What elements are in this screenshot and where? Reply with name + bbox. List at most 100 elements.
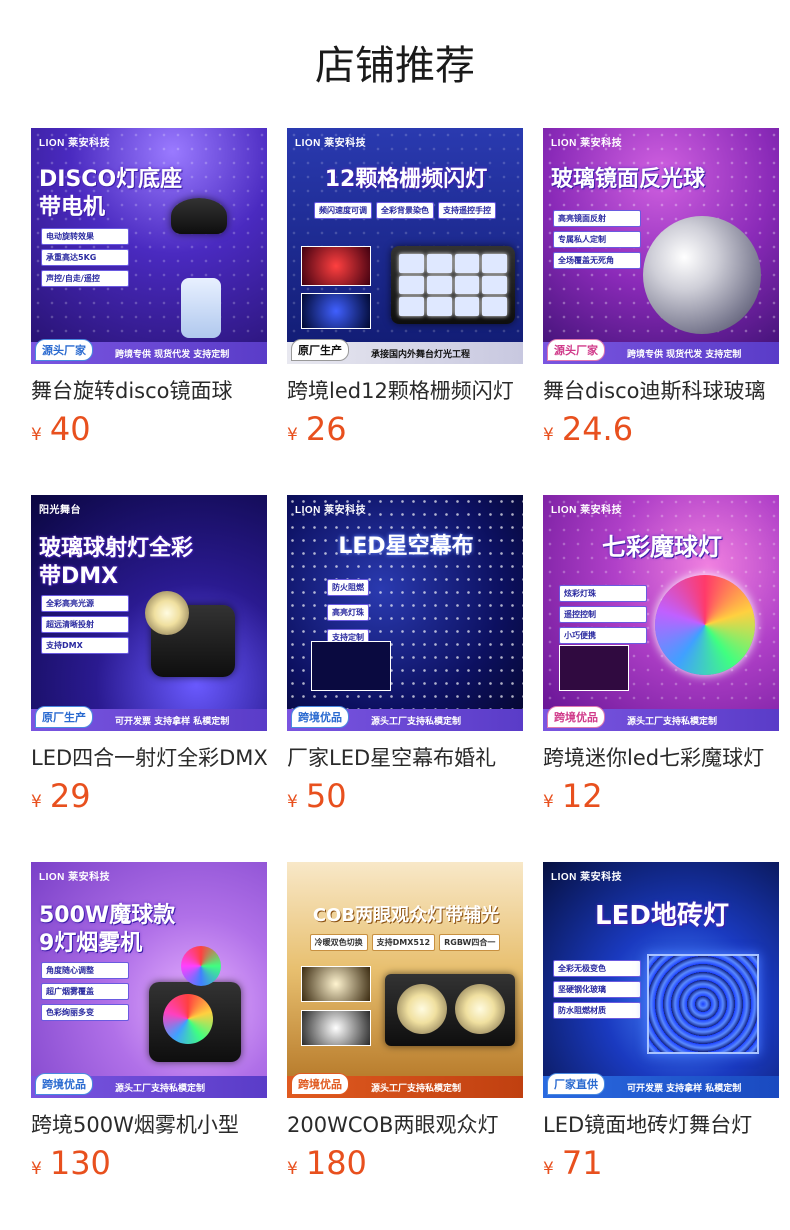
source-badge: 原厂生产 bbox=[35, 706, 93, 728]
audience-blinder-visual bbox=[385, 974, 515, 1046]
magic-ball-visual bbox=[181, 946, 221, 986]
product-image[interactable]: LION 莱安科技 七彩魔球灯 炫彩灯珠 遥控控制 小巧便携 源头工厂支持私模定… bbox=[543, 495, 779, 731]
price-row: ¥ 29 bbox=[31, 777, 267, 815]
image-headline: 12颗格栅频闪灯 bbox=[324, 167, 488, 192]
fog-machine-visual bbox=[149, 982, 241, 1062]
feature-tag: 全彩背景染色 bbox=[376, 202, 434, 219]
feature-tag: 全彩高亮光源 bbox=[41, 595, 129, 612]
product-name[interactable]: 舞台disco迪斯科球玻璃 bbox=[543, 376, 779, 406]
starry-preview-visual bbox=[311, 641, 391, 691]
feature-tag: 频闪速度可调 bbox=[314, 202, 372, 219]
source-badge: 跨境优品 bbox=[291, 706, 349, 728]
strobe-light-visual bbox=[391, 246, 515, 324]
red-effect-visual bbox=[301, 246, 371, 286]
product-image[interactable]: LION 莱安科技 LED地砖灯 全彩无极变色 坚硬钢化玻璃 防水阻燃材质 可开… bbox=[543, 862, 779, 1098]
brand-logo: LION 莱安科技 bbox=[295, 505, 367, 516]
source-badge: 原厂生产 bbox=[291, 339, 349, 361]
source-badge: 厂家直供 bbox=[547, 1073, 605, 1095]
source-badge: 跨境优品 bbox=[35, 1073, 93, 1095]
product-card[interactable]: LION 莱安科技 DISCO灯底座 带电机 电动旋转效果 承重高达5KG 声控… bbox=[31, 128, 267, 448]
warm-light-preview bbox=[301, 966, 371, 1002]
feature-tag: 支持DMX512 bbox=[371, 934, 436, 951]
currency-symbol: ¥ bbox=[287, 792, 298, 812]
feature-tag: 支持DMX bbox=[41, 637, 129, 654]
feature-tag: 承重高达5KG bbox=[41, 249, 129, 266]
price-row: ¥ 12 bbox=[543, 777, 779, 815]
image-headline: 七彩魔球灯 bbox=[602, 533, 722, 561]
feature-tag: 炫彩灯珠 bbox=[559, 585, 647, 602]
source-badge: 跨境优品 bbox=[291, 1073, 349, 1095]
product-price: 71 bbox=[561, 1144, 603, 1182]
image-headline: LED地砖灯 bbox=[595, 901, 729, 931]
product-card[interactable]: LION 莱安科技 12颗格栅频闪灯 频闪速度可调 全彩背景染色 支持遥控手控 … bbox=[287, 128, 523, 448]
feature-tags: 频闪速度可调 全彩背景染色 支持遥控手控 bbox=[295, 202, 515, 219]
currency-symbol: ¥ bbox=[287, 425, 298, 445]
feature-tags: 高亮镜面反射 专属私人定制 全场覆盖无死角 bbox=[553, 210, 641, 273]
product-image[interactable]: LION 莱安科技 玻璃镜面反光球 高亮镜面反射 专属私人定制 全场覆盖无死角 … bbox=[543, 128, 779, 364]
magic-ball-visual bbox=[655, 575, 755, 675]
price-row: ¥ 50 bbox=[287, 777, 523, 815]
currency-symbol: ¥ bbox=[543, 792, 554, 812]
cold-light-preview bbox=[301, 1010, 371, 1046]
product-price: 50 bbox=[305, 777, 347, 815]
product-name[interactable]: 厂家LED星空幕布婚礼 bbox=[287, 743, 523, 773]
source-badge: 源头厂家 bbox=[35, 339, 93, 361]
product-name[interactable]: 跨境led12颗格栅频闪灯 bbox=[287, 376, 523, 406]
product-image[interactable]: LION 莱安科技 12颗格栅频闪灯 频闪速度可调 全彩背景染色 支持遥控手控 … bbox=[287, 128, 523, 364]
image-headline: 玻璃镜面反光球 bbox=[551, 167, 706, 192]
feature-tag: 遥控控制 bbox=[559, 606, 647, 623]
product-name[interactable]: 200WCOB两眼观众灯 bbox=[287, 1110, 523, 1140]
product-image[interactable]: LION 莱安科技 500W魔球款 9灯烟雾机 角度随心调整 超广烟雾覆盖 色彩… bbox=[31, 862, 267, 1098]
spotlight-visual bbox=[145, 591, 235, 677]
product-image[interactable]: COB两眼观众灯带辅光 冷暖双色切换 支持DMX512 RGBW四合一 源头工厂… bbox=[287, 862, 523, 1098]
price-row: ¥ 130 bbox=[31, 1144, 267, 1182]
brand-logo: LION 莱安科技 bbox=[39, 872, 111, 883]
product-image[interactable]: 阳光舞台 玻璃球射灯全彩 带DMX 全彩高亮光源 超远清晰投射 支持DMX 可开… bbox=[31, 495, 267, 731]
product-card[interactable]: LION 莱安科技 LED地砖灯 全彩无极变色 坚硬钢化玻璃 防水阻燃材质 可开… bbox=[543, 862, 779, 1182]
product-image[interactable]: LION 莱安科技 DISCO灯底座 带电机 电动旋转效果 承重高达5KG 声控… bbox=[31, 128, 267, 364]
feature-tags: 冷暖双色切换 支持DMX512 RGBW四合一 bbox=[295, 934, 515, 951]
blue-effect-visual bbox=[301, 293, 371, 329]
product-card[interactable]: LION 莱安科技 LED星空幕布 防火阻燃 高亮灯珠 支持定制 源头工厂支持私… bbox=[287, 495, 523, 815]
mirror-floor-tile-visual bbox=[647, 954, 759, 1054]
water-bottle-visual bbox=[181, 278, 221, 338]
product-name[interactable]: 跨境迷你led七彩魔球灯 bbox=[543, 743, 779, 773]
feature-tag: 色彩绚丽多变 bbox=[41, 1004, 129, 1021]
feature-tag: RGBW四合一 bbox=[439, 934, 501, 951]
product-price: 24.6 bbox=[561, 410, 634, 448]
currency-symbol: ¥ bbox=[31, 425, 42, 445]
product-card[interactable]: 阳光舞台 玻璃球射灯全彩 带DMX 全彩高亮光源 超远清晰投射 支持DMX 可开… bbox=[31, 495, 267, 815]
image-headline: LED星空幕布 bbox=[338, 534, 474, 559]
effect-preview-visual bbox=[559, 645, 629, 691]
price-row: ¥ 40 bbox=[31, 410, 267, 448]
product-card[interactable]: COB两眼观众灯带辅光 冷暖双色切换 支持DMX512 RGBW四合一 源头工厂… bbox=[287, 862, 523, 1182]
product-price: 130 bbox=[49, 1144, 111, 1182]
motor-base-visual bbox=[171, 198, 227, 234]
feature-tag: 超广烟雾覆盖 bbox=[41, 983, 129, 1000]
product-name[interactable]: LED四合一射灯全彩DMX bbox=[31, 743, 267, 773]
feature-tag: 防火阻燃 bbox=[327, 579, 369, 596]
feature-tags: 全彩高亮光源 超远清晰投射 支持DMX bbox=[41, 595, 129, 658]
feature-tag: 小巧便携 bbox=[559, 627, 647, 644]
product-name[interactable]: 跨境500W烟雾机小型 bbox=[31, 1110, 267, 1140]
feature-tag: 角度随心调整 bbox=[41, 962, 129, 979]
product-name[interactable]: LED镜面地砖灯舞台灯 bbox=[543, 1110, 779, 1140]
image-headline: 玻璃球射灯全彩 带DMX bbox=[39, 536, 194, 589]
brand-logo: LION 莱安科技 bbox=[39, 138, 111, 149]
image-headline: COB两眼观众灯带辅光 bbox=[312, 905, 500, 926]
brand-logo: LION 莱安科技 bbox=[551, 872, 623, 883]
feature-tag: 冷暖双色切换 bbox=[309, 934, 368, 951]
feature-tag: 全彩无极变色 bbox=[553, 960, 641, 977]
product-name[interactable]: 舞台旋转disco镜面球 bbox=[31, 376, 267, 406]
product-card[interactable]: LION 莱安科技 七彩魔球灯 炫彩灯珠 遥控控制 小巧便携 源头工厂支持私模定… bbox=[543, 495, 779, 815]
product-card[interactable]: LION 莱安科技 玻璃镜面反光球 高亮镜面反射 专属私人定制 全场覆盖无死角 … bbox=[543, 128, 779, 448]
price-row: ¥ 24.6 bbox=[543, 410, 779, 448]
currency-symbol: ¥ bbox=[287, 1159, 298, 1179]
feature-tag: 超远清晰投射 bbox=[41, 616, 129, 633]
brand-logo: 阳光舞台 bbox=[39, 505, 81, 516]
product-card[interactable]: LION 莱安科技 500W魔球款 9灯烟雾机 角度随心调整 超广烟雾覆盖 色彩… bbox=[31, 862, 267, 1182]
product-image[interactable]: LION 莱安科技 LED星空幕布 防火阻燃 高亮灯珠 支持定制 源头工厂支持私… bbox=[287, 495, 523, 731]
product-price: 29 bbox=[49, 777, 91, 815]
price-row: ¥ 26 bbox=[287, 410, 523, 448]
feature-tag: 专属私人定制 bbox=[553, 231, 641, 248]
